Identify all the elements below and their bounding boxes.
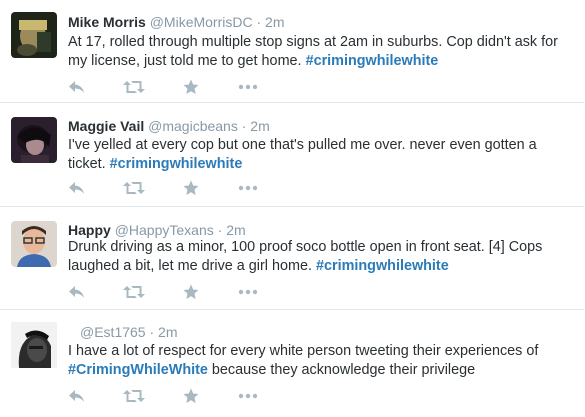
tweet-header: Mike Morris @MikeMorrisDC · 2m [68,13,284,31]
avatar[interactable] [11,322,57,368]
tweet-actions [68,284,288,300]
retweet-icon[interactable] [123,388,145,404]
timestamp[interactable]: 2m [226,222,245,238]
author-handle[interactable]: @MikeMorrisDC [150,14,253,30]
avatar[interactable] [11,221,57,267]
reply-icon[interactable] [68,180,86,196]
tweet-text-after: because they acknowledge their privilege [211,362,476,378]
tweet-actions [68,388,288,404]
hashtag-link[interactable]: #CrimingWhileWhite [68,362,208,378]
more-icon[interactable] [238,388,258,404]
timestamp[interactable]: 2m [265,14,284,30]
retweet-icon[interactable] [123,79,145,95]
avatar[interactable] [11,12,57,58]
reply-icon[interactable] [68,284,86,300]
author-handle[interactable]: @Est1765 [80,324,146,340]
tweet-header: @Est1765 · 2m [68,323,178,341]
tweet-text-content: I have a lot of respect for every white … [68,343,539,359]
tweet-text-content: Drunk driving as a minor, 100 proof soco… [68,239,543,274]
reply-icon[interactable] [68,388,86,404]
tweet-feed: Mike Morris @MikeMorrisDC · 2m At 17, ro… [0,0,585,417]
timestamp[interactable]: 2m [250,118,269,134]
hashtag-link[interactable]: #crimingwhilewhite [306,53,439,69]
separator-dot: · [149,324,155,340]
avatar[interactable] [11,117,57,163]
star-icon[interactable] [183,79,199,95]
tweet-actions [68,79,288,95]
tweet[interactable]: Maggie Vail @magicbeans · 2m I've yelled… [0,103,584,207]
tweet-text: At 17, rolled through multiple stop sign… [68,33,573,71]
author-name[interactable]: Happy [68,222,111,238]
tweet-header: Happy @HappyTexans · 2m [68,221,246,239]
tweet-header: Maggie Vail @magicbeans · 2m [68,117,270,135]
tweet[interactable]: Happy @HappyTexans · 2m Drunk driving as… [0,207,584,310]
more-icon[interactable] [238,180,258,196]
author-name[interactable]: Mike Morris [68,14,146,30]
separator-dot: · [256,14,262,30]
retweet-icon[interactable] [123,180,145,196]
author-handle[interactable]: @HappyTexans [115,222,214,238]
more-icon[interactable] [238,79,258,95]
tweet-text: I've yelled at every cop but one that's … [68,136,573,174]
tweet-text: Drunk driving as a minor, 100 proof soco… [68,238,573,276]
reply-icon[interactable] [68,79,86,95]
more-icon[interactable] [238,284,258,300]
star-icon[interactable] [183,284,199,300]
author-handle[interactable]: @magicbeans [148,118,238,134]
star-icon[interactable] [183,388,199,404]
star-icon[interactable] [183,180,199,196]
tweet[interactable]: @Est1765 · 2m I have a lot of respect fo… [0,310,584,417]
timestamp[interactable]: 2m [158,324,177,340]
author-name[interactable]: Maggie Vail [68,118,144,134]
hashtag-link[interactable]: #crimingwhilewhite [316,258,449,274]
tweet[interactable]: Mike Morris @MikeMorrisDC · 2m At 17, ro… [0,0,584,103]
separator-dot: · [241,118,247,134]
tweet-actions [68,180,288,196]
retweet-icon[interactable] [123,284,145,300]
separator-dot: · [217,222,223,238]
hashtag-link[interactable]: #crimingwhilewhite [110,156,243,172]
tweet-text: I have a lot of respect for every white … [68,342,573,380]
